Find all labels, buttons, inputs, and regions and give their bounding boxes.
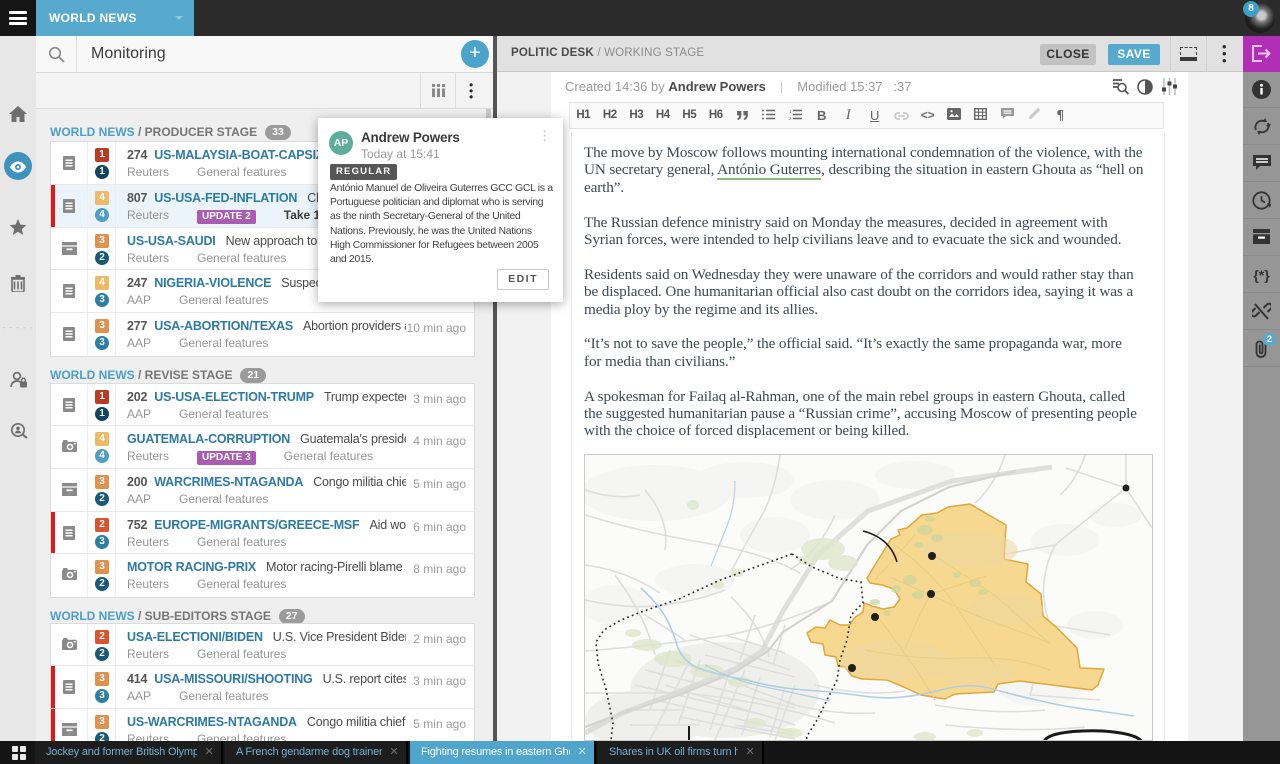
svg-text:1: 1 <box>789 109 792 114</box>
svg-text:2: 2 <box>789 116 792 120</box>
